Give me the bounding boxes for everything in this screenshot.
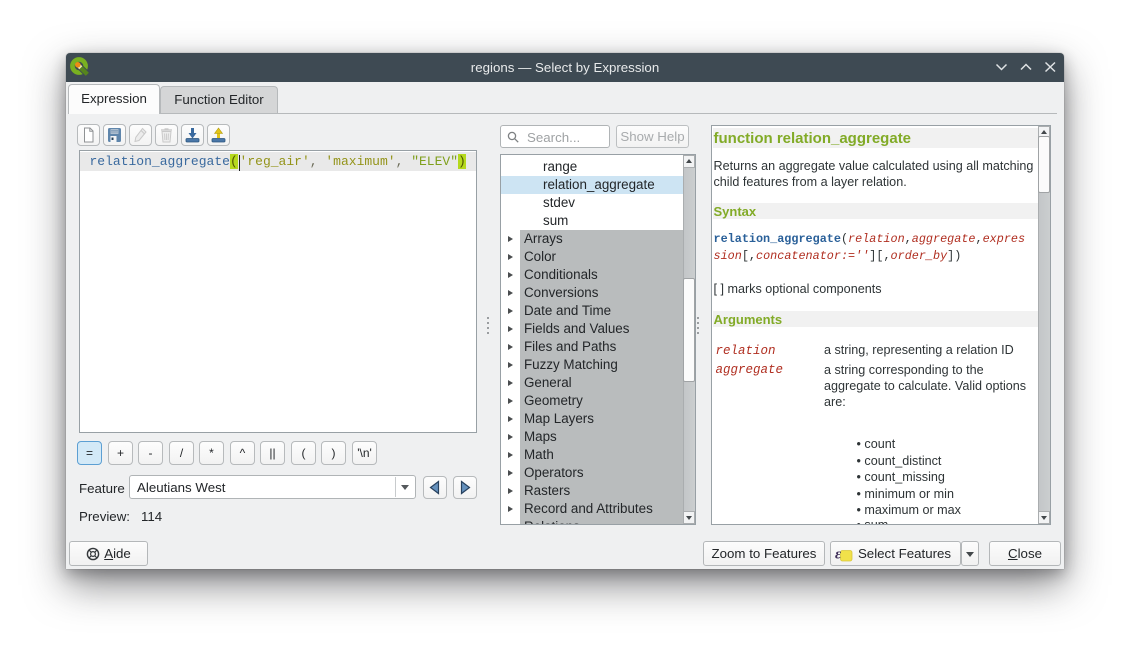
svg-text:ε: ε — [835, 547, 842, 563]
